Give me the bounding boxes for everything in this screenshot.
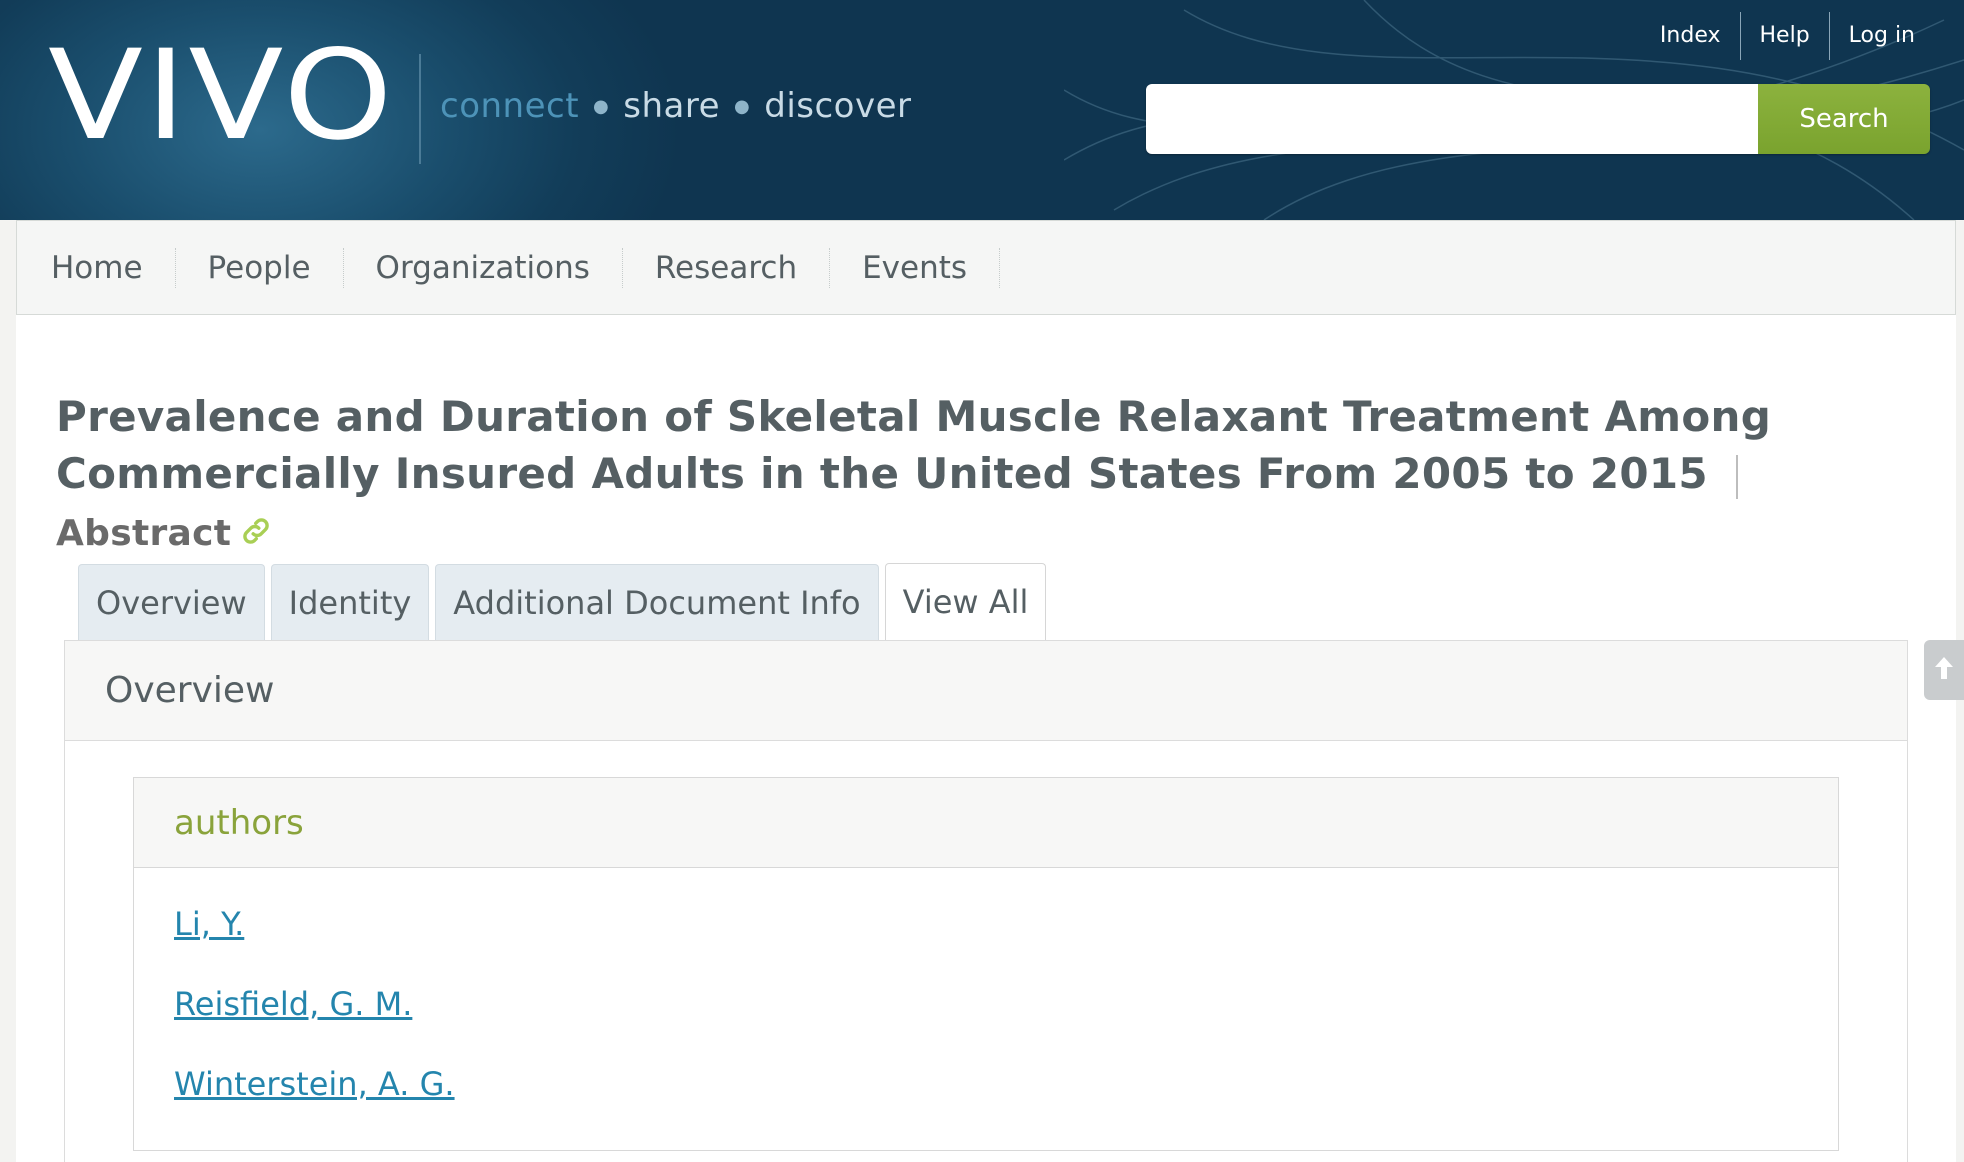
overview-panel: Overview authors Li, Y. Reisfield, G. M.…	[64, 640, 1908, 1162]
tab-bar: Overview Identity Additional Document In…	[78, 563, 1047, 641]
list-item: Li, Y.	[174, 884, 1838, 964]
logo-divider	[419, 54, 421, 164]
help-link[interactable]: Help	[1739, 12, 1829, 60]
link-icon[interactable]	[239, 505, 273, 562]
tagline-dot: ●	[593, 95, 610, 117]
site-header: VIVO connect ● share ● discover Index He…	[0, 0, 1964, 220]
tab-identity[interactable]: Identity	[270, 564, 430, 640]
title-separator	[1735, 454, 1738, 499]
nav-item-research[interactable]: Research	[623, 247, 831, 288]
panel-title: Overview	[65, 641, 1907, 741]
primary-nav: Home People Organizations Research Event…	[16, 220, 1956, 315]
tagline: connect ● share ● discover	[440, 86, 912, 126]
index-link[interactable]: Index	[1641, 12, 1740, 60]
search-input[interactable]	[1146, 84, 1758, 154]
author-link[interactable]: Reisfield, G. M.	[174, 985, 412, 1023]
arrow-up-icon	[1933, 655, 1955, 685]
author-list: Li, Y. Reisfield, G. M. Winterstein, A. …	[134, 868, 1838, 1124]
authors-label: authors	[134, 778, 1838, 868]
document-type: Abstract	[56, 513, 232, 554]
tagline-discover: discover	[764, 86, 912, 126]
nav-item-people[interactable]: People	[176, 247, 344, 288]
tagline-share: share	[623, 86, 721, 126]
nav-item-organizations[interactable]: Organizations	[344, 247, 623, 288]
authors-property-group: authors Li, Y. Reisfield, G. M. Winterst…	[133, 777, 1839, 1151]
tab-additional-document-info[interactable]: Additional Document Info	[435, 564, 879, 640]
tagline-connect: connect	[440, 86, 580, 126]
tagline-dot: ●	[734, 95, 751, 117]
page-title: Prevalence and Duration of Skeletal Musc…	[56, 388, 1916, 562]
login-link[interactable]: Log in	[1828, 12, 1934, 60]
document-title: Prevalence and Duration of Skeletal Musc…	[56, 392, 1772, 498]
tab-view-all[interactable]: View All	[884, 563, 1047, 641]
utility-links: Index Help Log in	[1641, 12, 1934, 60]
vivo-logo[interactable]: VIVO	[48, 34, 395, 158]
author-link[interactable]: Winterstein, A. G.	[174, 1065, 455, 1103]
list-item: Winterstein, A. G.	[174, 1044, 1838, 1124]
back-to-top-button[interactable]	[1924, 640, 1964, 700]
author-link[interactable]: Li, Y.	[174, 905, 244, 943]
main-container: Home People Organizations Research Event…	[16, 220, 1964, 1162]
list-item: Reisfield, G. M.	[174, 964, 1838, 1044]
nav-item-home[interactable]: Home	[35, 247, 176, 288]
search-box: Search	[1146, 84, 1930, 154]
tab-overview[interactable]: Overview	[78, 564, 265, 640]
search-button[interactable]: Search	[1758, 84, 1930, 154]
nav-item-events[interactable]: Events	[830, 247, 1001, 288]
